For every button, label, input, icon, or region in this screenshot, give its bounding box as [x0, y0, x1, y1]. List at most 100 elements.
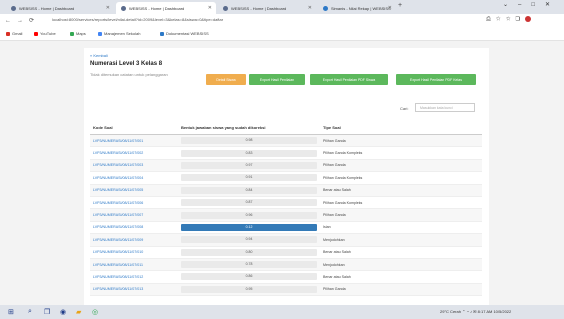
- answer-score-cell: 0.96: [178, 208, 320, 222]
- question-code-link[interactable]: LVP3/NUMERASI/08/11/07/007: [90, 208, 178, 222]
- tab-label: WEBSISS - Home | Dashboard: [129, 5, 185, 11]
- close-icon[interactable]: ✕: [308, 5, 312, 11]
- table-row: LVP3/NUMERASI/08/11/07/008 0.12 Isian: [90, 221, 482, 235]
- youtube-icon: [34, 31, 38, 36]
- score-bar: 0.91: [181, 174, 317, 182]
- browser-tab[interactable]: WEBSISS - Home | Dashboard ✕: [218, 2, 316, 14]
- score-bar: 0.87: [181, 199, 317, 207]
- table-row: LVP3/NUMERASI/08/11/07/006 0.87 Pilihan Ga…: [90, 196, 482, 210]
- export-pdf-siswa-button[interactable]: Export Hasil Penilaian PDF Siswa: [310, 74, 388, 85]
- answer-score-cell: 0.83: [178, 146, 320, 160]
- chrome-icon[interactable]: ◎: [92, 308, 98, 316]
- question-type: Pilihan Ganda: [320, 208, 482, 222]
- question-type: Pilihan Ganda Kompleks: [320, 146, 482, 160]
- clock-time: 8:17 AM: [477, 309, 493, 314]
- answer-score-cell: 0.12: [178, 221, 320, 235]
- table-row: LVP3/NUMERASI/08/11/07/005 0.84 Benar atau…: [90, 184, 482, 197]
- nav-buttons[interactable]: ←→⟳: [5, 17, 40, 24]
- url-field[interactable]: localhost:8000/services/reports/level/ni…: [52, 17, 462, 25]
- table-row: LVP3/NUMERASI/08/11/07/004 0.91 Pilihan Ga…: [90, 171, 482, 185]
- bookmark-icon: [98, 31, 102, 36]
- question-type: Pilihan Ganda: [320, 134, 482, 148]
- windows-icon[interactable]: ⊞: [8, 308, 14, 316]
- question-type: Pilihan Ganda Kompleks: [320, 171, 482, 185]
- task-view-icon[interactable]: ❐: [44, 308, 50, 316]
- gmail-icon: [6, 31, 10, 36]
- answer-score-cell: 0.91: [178, 171, 320, 185]
- score-bar: 0.83: [181, 149, 317, 157]
- score-bar: 0.78: [181, 261, 317, 269]
- close-icon[interactable]: ✕: [208, 5, 212, 11]
- bookmark-item[interactable]: Gmail: [6, 31, 22, 36]
- browser-tab[interactable]: Simanis - Nilai Rekap | WEBSISS ✕: [318, 2, 396, 14]
- question-code-link[interactable]: LVP3/NUMERASI/08/11/07/006: [90, 196, 178, 210]
- search-label: Cari:: [400, 106, 409, 111]
- content-card: « Kembali Numerasi Level 3 Kelas 8 Tidak…: [84, 48, 489, 305]
- favicon-icon: [11, 5, 16, 11]
- table-header-row: Kode Soal Bentuk jawaban siswa yang suda…: [90, 121, 482, 135]
- bookmark-item[interactable]: Manajemen Sekolah: [98, 31, 140, 36]
- detail-siswa-button[interactable]: Detail Siswa: [206, 74, 246, 85]
- favicon-icon: [323, 5, 328, 11]
- column-header-tipe[interactable]: Tipe Soal: [320, 121, 482, 135]
- question-code-link[interactable]: LVP3/NUMERASI/08/11/07/001: [90, 134, 178, 148]
- question-code-link[interactable]: LVP3/NUMERASI/08/11/07/004: [90, 171, 178, 185]
- explorer-icon[interactable]: ▰: [76, 308, 81, 316]
- question-code-link[interactable]: LVP3/NUMERASI/08/11/07/005: [90, 184, 178, 197]
- table-row: LVP3/NUMERASI/08/11/07/002 0.83 Pilihan Ga…: [90, 146, 482, 160]
- answer-score-cell: 0.78: [178, 258, 320, 272]
- question-code-link[interactable]: LVP3/NUMERASI/08/11/07/013: [90, 283, 178, 297]
- search-icon[interactable]: ⌕: [28, 308, 32, 316]
- score-bar: 0.86: [181, 273, 317, 281]
- question-code-link[interactable]: LVP3/NUMERASI/08/11/07/009: [90, 233, 178, 247]
- answer-score-cell: 0.86: [178, 270, 320, 284]
- bookmark-item[interactable]: Dokumentasi WEBSISS: [160, 31, 209, 36]
- question-type: Pilihan Ganda: [320, 159, 482, 173]
- close-icon[interactable]: ✕: [388, 5, 392, 11]
- question-type: Benar atau Salah: [320, 246, 482, 259]
- score-bar: 0.97: [181, 161, 317, 169]
- table-row: LVP3/NUMERASI/08/11/07/001 0.98 Pilihan Ga…: [90, 134, 482, 148]
- score-bar: 0.95: [181, 285, 317, 293]
- question-code-link[interactable]: LVP3/NUMERASI/08/11/07/008: [90, 221, 178, 235]
- answer-score-cell: 0.97: [178, 159, 320, 173]
- edge-icon[interactable]: ◉: [60, 308, 66, 316]
- score-bar: 0.84: [181, 186, 317, 194]
- question-type: Benar atau Salah: [320, 184, 482, 197]
- score-bar: 0.96: [181, 211, 317, 219]
- column-header-kode[interactable]: Kode Soal: [90, 121, 178, 135]
- column-header-bentuk[interactable]: Bentuk jawaban siswa yang sudah dikoreks…: [178, 121, 320, 135]
- browser-tab[interactable]: WEBSISS - Home | Dashboard ✕: [6, 2, 114, 14]
- question-code-link[interactable]: LVP3/NUMERASI/08/11/07/010: [90, 246, 178, 259]
- window-controls[interactable]: ⌄–□✕: [503, 1, 560, 8]
- export-pdf-kelas-button[interactable]: Export Hasil Penilaian PDF Kelas: [396, 74, 476, 85]
- close-icon[interactable]: ✕: [106, 5, 110, 11]
- new-tab-icon[interactable]: +: [398, 2, 402, 9]
- toolbar-icons[interactable]: ⎙☆✩❏: [486, 16, 532, 24]
- table-row: LVP3/NUMERASI/08/11/07/011 0.78 Menjodohka…: [90, 258, 482, 272]
- bookmark-item[interactable]: Maps: [70, 31, 86, 36]
- bookmark-item[interactable]: YouTube: [34, 31, 56, 36]
- answer-score-cell: 0.98: [178, 134, 320, 148]
- question-code-link[interactable]: LVP3/NUMERASI/08/11/07/011: [90, 258, 178, 272]
- question-code-link[interactable]: LVP3/NUMERASI/08/11/07/012: [90, 270, 178, 284]
- search-input[interactable]: Masukkan kata kunci: [415, 103, 475, 112]
- answer-score-cell: 0.87: [178, 196, 320, 210]
- export-hasil-button[interactable]: Export Hasil Penilaian: [249, 74, 305, 85]
- browser-tab-active[interactable]: WEBSISS - Home | Dashboard ✕: [116, 2, 216, 14]
- weather-text: 29°C Cerah: [440, 309, 461, 314]
- answer-score-cell: 0.95: [178, 283, 320, 297]
- bookmark-icon: [160, 31, 164, 36]
- score-bar: 0.94: [181, 236, 317, 244]
- back-link[interactable]: « Kembali: [90, 53, 108, 58]
- question-code-link[interactable]: LVP3/NUMERASI/08/11/07/002: [90, 146, 178, 160]
- table-row: LVP3/NUMERASI/08/11/07/012 0.86 Benar atau…: [90, 270, 482, 284]
- avatar[interactable]: [525, 16, 532, 22]
- screen: WEBSISS - Home | Dashboard ✕ WEBSISS - H…: [0, 0, 564, 319]
- tab-label: WEBSISS - Home | Dashboard: [19, 5, 75, 11]
- clock-date: 10/5/2022: [493, 309, 512, 314]
- question-type: Benar atau Salah: [320, 270, 482, 284]
- score-bar: 0.80: [181, 248, 317, 256]
- question-code-link[interactable]: LVP3/NUMERASI/08/11/07/003: [90, 159, 178, 173]
- system-tray[interactable]: 29°C Cerah ⌃ ◔ ♪ ✉ 8:17 AM 10/5/2022: [440, 309, 511, 314]
